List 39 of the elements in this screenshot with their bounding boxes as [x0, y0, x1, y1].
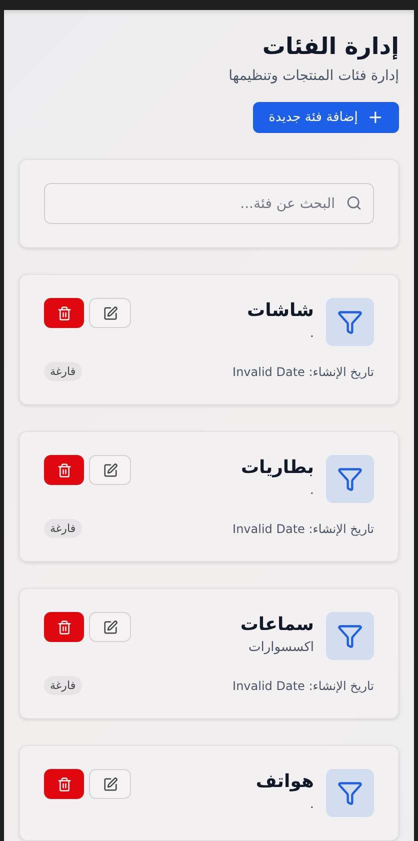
creation-date: تاريخ الإنشاء: Invalid Date — [232, 364, 374, 378]
page-subtitle: إدارة فئات المنتجات وتنظيمها — [228, 67, 399, 86]
edit-icon — [102, 620, 118, 634]
category-name: هواتف — [254, 770, 314, 794]
add-category-button[interactable]: + إضافة فئة جديدة — [252, 102, 399, 133]
category-description: . — [308, 325, 314, 343]
delete-button[interactable] — [44, 612, 84, 642]
status-badge: فارغة — [44, 362, 82, 381]
edit-button[interactable] — [89, 298, 131, 328]
page-title: إدارة الفئات — [261, 33, 399, 62]
status-badge: فارغة — [44, 519, 82, 538]
creation-date: تاريخ الإنشاء: Invalid Date — [232, 678, 374, 692]
delete-button[interactable] — [44, 769, 84, 799]
filter-icon — [326, 298, 374, 346]
creation-date: تاريخ الإنشاء: Invalid Date — [232, 522, 374, 536]
edit-icon — [102, 776, 118, 792]
category-description: . — [308, 482, 314, 500]
edit-icon — [102, 462, 118, 478]
filter-icon — [326, 455, 374, 503]
trash-icon — [56, 462, 72, 478]
search-field[interactable]: البحث عن فئة... — [44, 183, 374, 224]
filter-icon — [326, 769, 374, 817]
category-name: سماعات — [239, 613, 314, 637]
edit-button[interactable] — [89, 769, 131, 799]
category-description: . — [308, 796, 314, 814]
edit-button[interactable] — [89, 455, 131, 485]
delete-button[interactable] — [44, 298, 84, 328]
filter-icon — [326, 612, 374, 660]
search-icon — [346, 195, 362, 211]
category-name: بطاريات — [240, 456, 314, 480]
category-description: اكسسوارات — [248, 639, 314, 657]
edit-button[interactable] — [89, 612, 131, 642]
category-name: شاشات — [246, 299, 314, 323]
status-badge: فارغة — [44, 676, 82, 695]
trash-icon — [56, 306, 72, 320]
trash-icon — [56, 620, 72, 634]
trash-icon — [56, 776, 72, 792]
delete-button[interactable] — [44, 455, 84, 485]
edit-icon — [102, 306, 118, 320]
